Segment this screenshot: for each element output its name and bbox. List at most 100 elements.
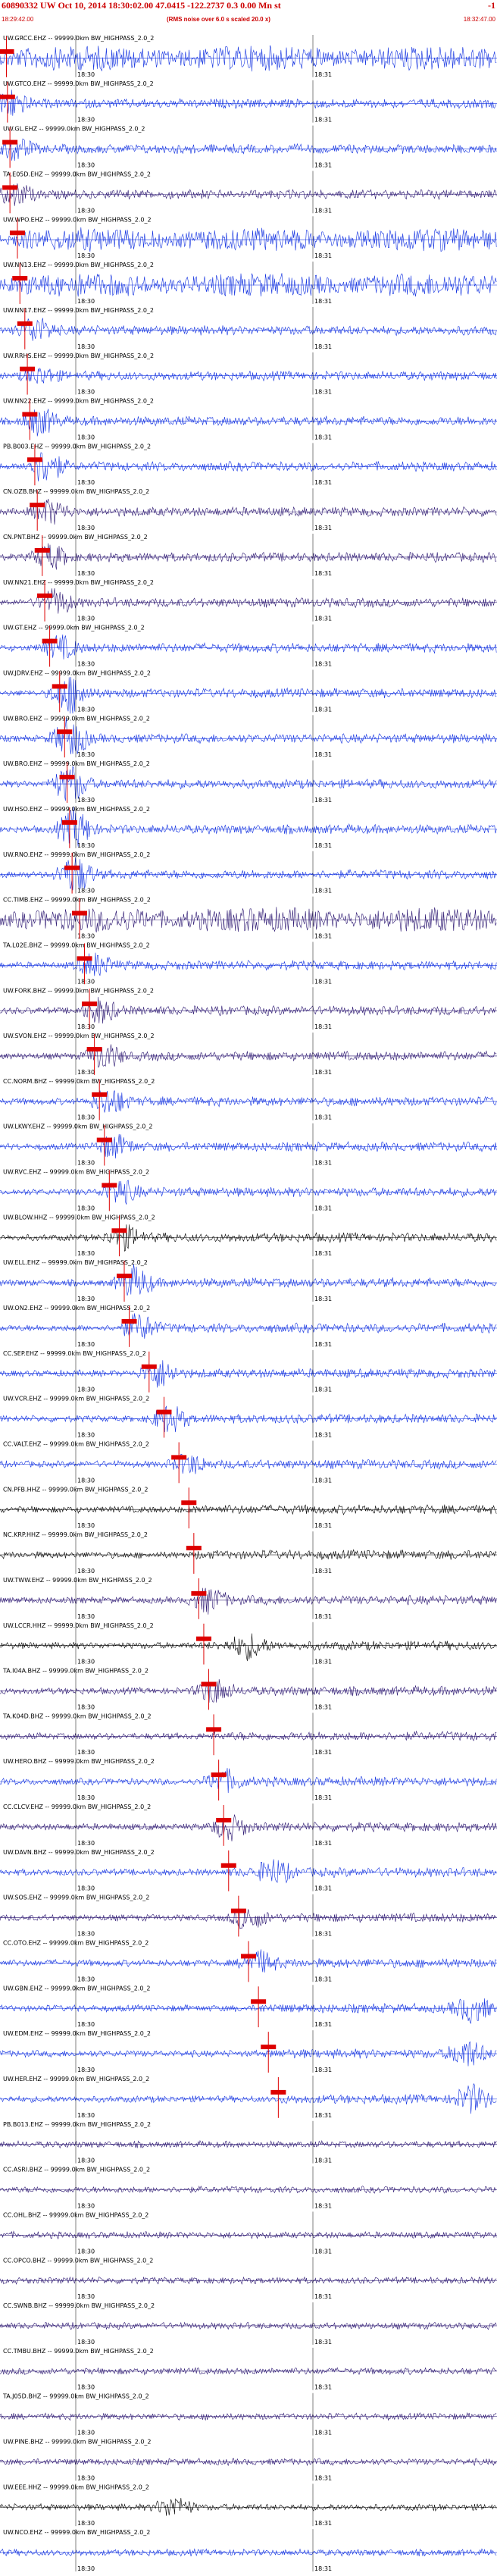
trace-row: 18:30 18:31 TA.I04A.BHZ -- 99999.0km BW_HI… xyxy=(0,1667,497,1710)
trace-label: CC.OTO.EHZ -- 99999.0km BW_HIGHPASS_2.0_… xyxy=(3,1940,148,1947)
pick-marker xyxy=(0,49,14,54)
time-tick-label: 18:31 xyxy=(314,1114,332,1121)
time-tick-label: 18:31 xyxy=(314,706,332,713)
time-tick-label: 18:30 xyxy=(77,1114,95,1121)
trace-row: 18:30 18:31 UW.ON2.EHZ -- 99999.0km BW_HIG… xyxy=(0,1305,497,1348)
time-tick-label: 18:31 xyxy=(314,570,332,577)
pick-marker xyxy=(220,1863,236,1868)
waveform xyxy=(0,318,497,341)
trace-row: 18:30 18:31 UW.HERO.BHZ -- 99999.0km BW_HI… xyxy=(0,1758,497,1801)
time-tick-label: 18:31 xyxy=(314,888,332,895)
time-tick-label: 18:31 xyxy=(314,1840,332,1847)
pick-marker xyxy=(9,230,25,236)
trace-row: 18:30 18:31 CC.VALT.EHZ -- 99999.0km BW_HI… xyxy=(0,1440,497,1484)
pick-marker xyxy=(195,1636,211,1641)
time-tick-label: 18:31 xyxy=(314,2112,332,2119)
waveform xyxy=(0,634,497,660)
time-tick-label: 18:30 xyxy=(77,1568,95,1575)
waveform xyxy=(0,907,497,932)
time-tick-label: 18:30 xyxy=(77,978,95,985)
trace-row: 18:30 18:31 CC.OPCO.BHZ -- 99999.0km BW_HI… xyxy=(0,2257,497,2300)
time-tick-label: 18:31 xyxy=(314,1205,332,1211)
trace-label: UW.JDRV.EHZ -- 99999.0km BW_HIGHPASS_2.0… xyxy=(3,670,151,677)
trace-row: 18:30 18:31 UW.PINE.BHZ -- 99999.0km BW_HI… xyxy=(0,2438,497,2481)
time-tick-label: 18:31 xyxy=(314,434,332,440)
time-tick-label: 18:30 xyxy=(77,389,95,396)
trace-label: UW.GRCC.EHZ -- 99999.0km BW_HIGHPASS_2.0… xyxy=(3,35,154,42)
trace-row: 18:30 18:31 CC.SWNB.BHZ -- 99999.0km BW_HI… xyxy=(0,2302,497,2346)
trace-row: 18:30 18:31 UW.BLOW.HHZ -- 99999.0km BW_HI… xyxy=(0,1214,497,1257)
trace-row: 18:30 18:31 UW.LKWY.EHZ -- 99999.0km BW_HI… xyxy=(0,1123,497,1167)
time-tick-label: 18:30 xyxy=(77,1341,95,1348)
time-tick-label: 18:31 xyxy=(314,389,332,396)
trace-label: CN.OZB.BHZ -- 99999.0km BW_HIGHPASS_2.0_… xyxy=(3,488,149,495)
pick-marker xyxy=(52,684,67,689)
pick-marker xyxy=(201,1681,217,1687)
time-tick-label: 18:31 xyxy=(314,117,332,124)
waveform xyxy=(0,1998,497,2024)
pick-marker xyxy=(82,1001,98,1007)
trace-label: UW.NN22.EHZ -- 99999.0km BW_HIGHPASS_2.0… xyxy=(3,398,154,405)
time-tick-label: 18:30 xyxy=(77,1976,95,1982)
waveform xyxy=(0,1406,497,1433)
time-tick-label: 18:30 xyxy=(77,1840,95,1847)
pick-marker xyxy=(102,1183,117,1188)
pick-marker xyxy=(0,94,15,99)
waveform xyxy=(0,1224,497,1252)
time-tick-label: 18:31 xyxy=(314,1794,332,1801)
trace-row: 18:30 18:31 UW.BRO.EHZ -- 99999.0km BW_HIG… xyxy=(0,760,497,804)
pick-marker xyxy=(42,638,58,644)
pick-marker xyxy=(2,185,18,190)
pick-marker xyxy=(61,819,77,825)
trace-row: 18:30 18:31 CC.OTO.EHZ -- 99999.0km BW_HIG… xyxy=(0,1939,497,1982)
trace-row: 18:30 18:31 UW.HSO.EHZ -- 99999.0km BW_HIG… xyxy=(0,805,497,849)
trace-label: CN.PFB.HHZ -- 99999.0km BW_HIGHPASS_2.0_… xyxy=(3,1486,148,1493)
trace-row: 18:30 18:31 UW.ELL.EHZ -- 99999.0km BW_HIG… xyxy=(0,1259,497,1302)
time-tick-label: 18:30 xyxy=(77,2248,95,2255)
waveform xyxy=(0,952,497,976)
time-tick-label: 18:31 xyxy=(314,2339,332,2346)
trace-label: UW.NN21.EHZ -- 99999.0km BW_HIGHPASS_2.0… xyxy=(3,579,154,586)
time-tick-label: 18:31 xyxy=(314,1659,332,1666)
time-tick-label: 18:31 xyxy=(314,343,332,350)
time-tick-label: 18:30 xyxy=(77,434,95,440)
pick-marker xyxy=(191,1590,207,1596)
waveform xyxy=(0,1264,497,1296)
trace-label: TA.E05D.EHZ -- 99999.0km BW_HIGHPASS_2.0… xyxy=(2,171,151,177)
seismogram-traces: 18:30 18:31 UW.GRCC.EHZ -- 99999.0km BW_HI… xyxy=(0,35,497,2572)
trace-label: CN.PNT.BHZ -- 99999.0km BW_HIGHPASS_2.0_… xyxy=(3,534,148,541)
trace-row: 18:30 18:31 UW.GRCC.EHZ -- 99999.0km BW_HI… xyxy=(0,35,497,78)
time-tick-label: 18:30 xyxy=(77,2339,95,2346)
trace-label: UW.GTCO.EHZ -- 99999.0km BW_HIGHPASS_2.0… xyxy=(3,80,154,87)
trace-row: 18:30 18:31 CN.PFB.HHZ -- 99999.0km BW_HIG… xyxy=(0,1486,497,1529)
trace-label: UW.PINE.BHZ -- 99999.0km BW_HIGHPASS_2.0… xyxy=(3,2439,152,2446)
time-tick-label: 18:30 xyxy=(77,2474,95,2481)
pick-marker xyxy=(2,139,18,145)
time-tick-label: 18:30 xyxy=(77,2021,95,2028)
waveform xyxy=(0,183,497,206)
time-tick-label: 18:31 xyxy=(314,71,332,78)
trace-label: UW.GBN.EHZ -- 99999.0km BW_HIGHPASS_2.0_… xyxy=(3,1985,151,1992)
waveform xyxy=(0,1730,497,1741)
time-tick-label: 18:31 xyxy=(314,525,332,531)
trace-label: UW.NCO.EHZ -- 99999.0km BW_HIGHPASS_2.0_… xyxy=(3,2529,150,2536)
time-tick-label: 18:30 xyxy=(77,2430,95,2437)
trace-label: UW.HSO.EHZ -- 99999.0km BW_HIGHPASS_2.0_… xyxy=(3,806,150,813)
time-tick-label: 18:30 xyxy=(77,525,95,531)
waveform xyxy=(0,138,497,161)
time-tick-label: 18:31 xyxy=(314,2158,332,2164)
trace-label: UW.SOS.EHZ -- 99999.0km BW_HIGHPASS_2.0_… xyxy=(3,1894,149,1901)
trace-label: UW.LCCR.HHZ -- 99999.0km BW_HIGHPASS_2.0… xyxy=(3,1622,154,1629)
time-tick-label: 18:30 xyxy=(77,1431,95,1438)
time-tick-label: 18:31 xyxy=(314,1522,332,1529)
time-tick-label: 18:30 xyxy=(77,1160,95,1167)
time-tick-label: 18:30 xyxy=(77,706,95,713)
pick-marker xyxy=(92,1092,108,1097)
time-tick-label: 18:30 xyxy=(77,661,95,668)
trace-label: CC.VALT.EHZ -- 99999.0km BW_HIGHPASS_2.0… xyxy=(3,1440,149,1447)
waveform xyxy=(0,2497,497,2516)
time-tick-label: 18:31 xyxy=(314,1749,332,1756)
waveform xyxy=(0,1360,497,1388)
trace-row: 18:30 18:31 CN.OZB.BHZ -- 99999.0km BW_HIG… xyxy=(0,488,497,531)
time-tick-label: 18:30 xyxy=(77,888,95,895)
